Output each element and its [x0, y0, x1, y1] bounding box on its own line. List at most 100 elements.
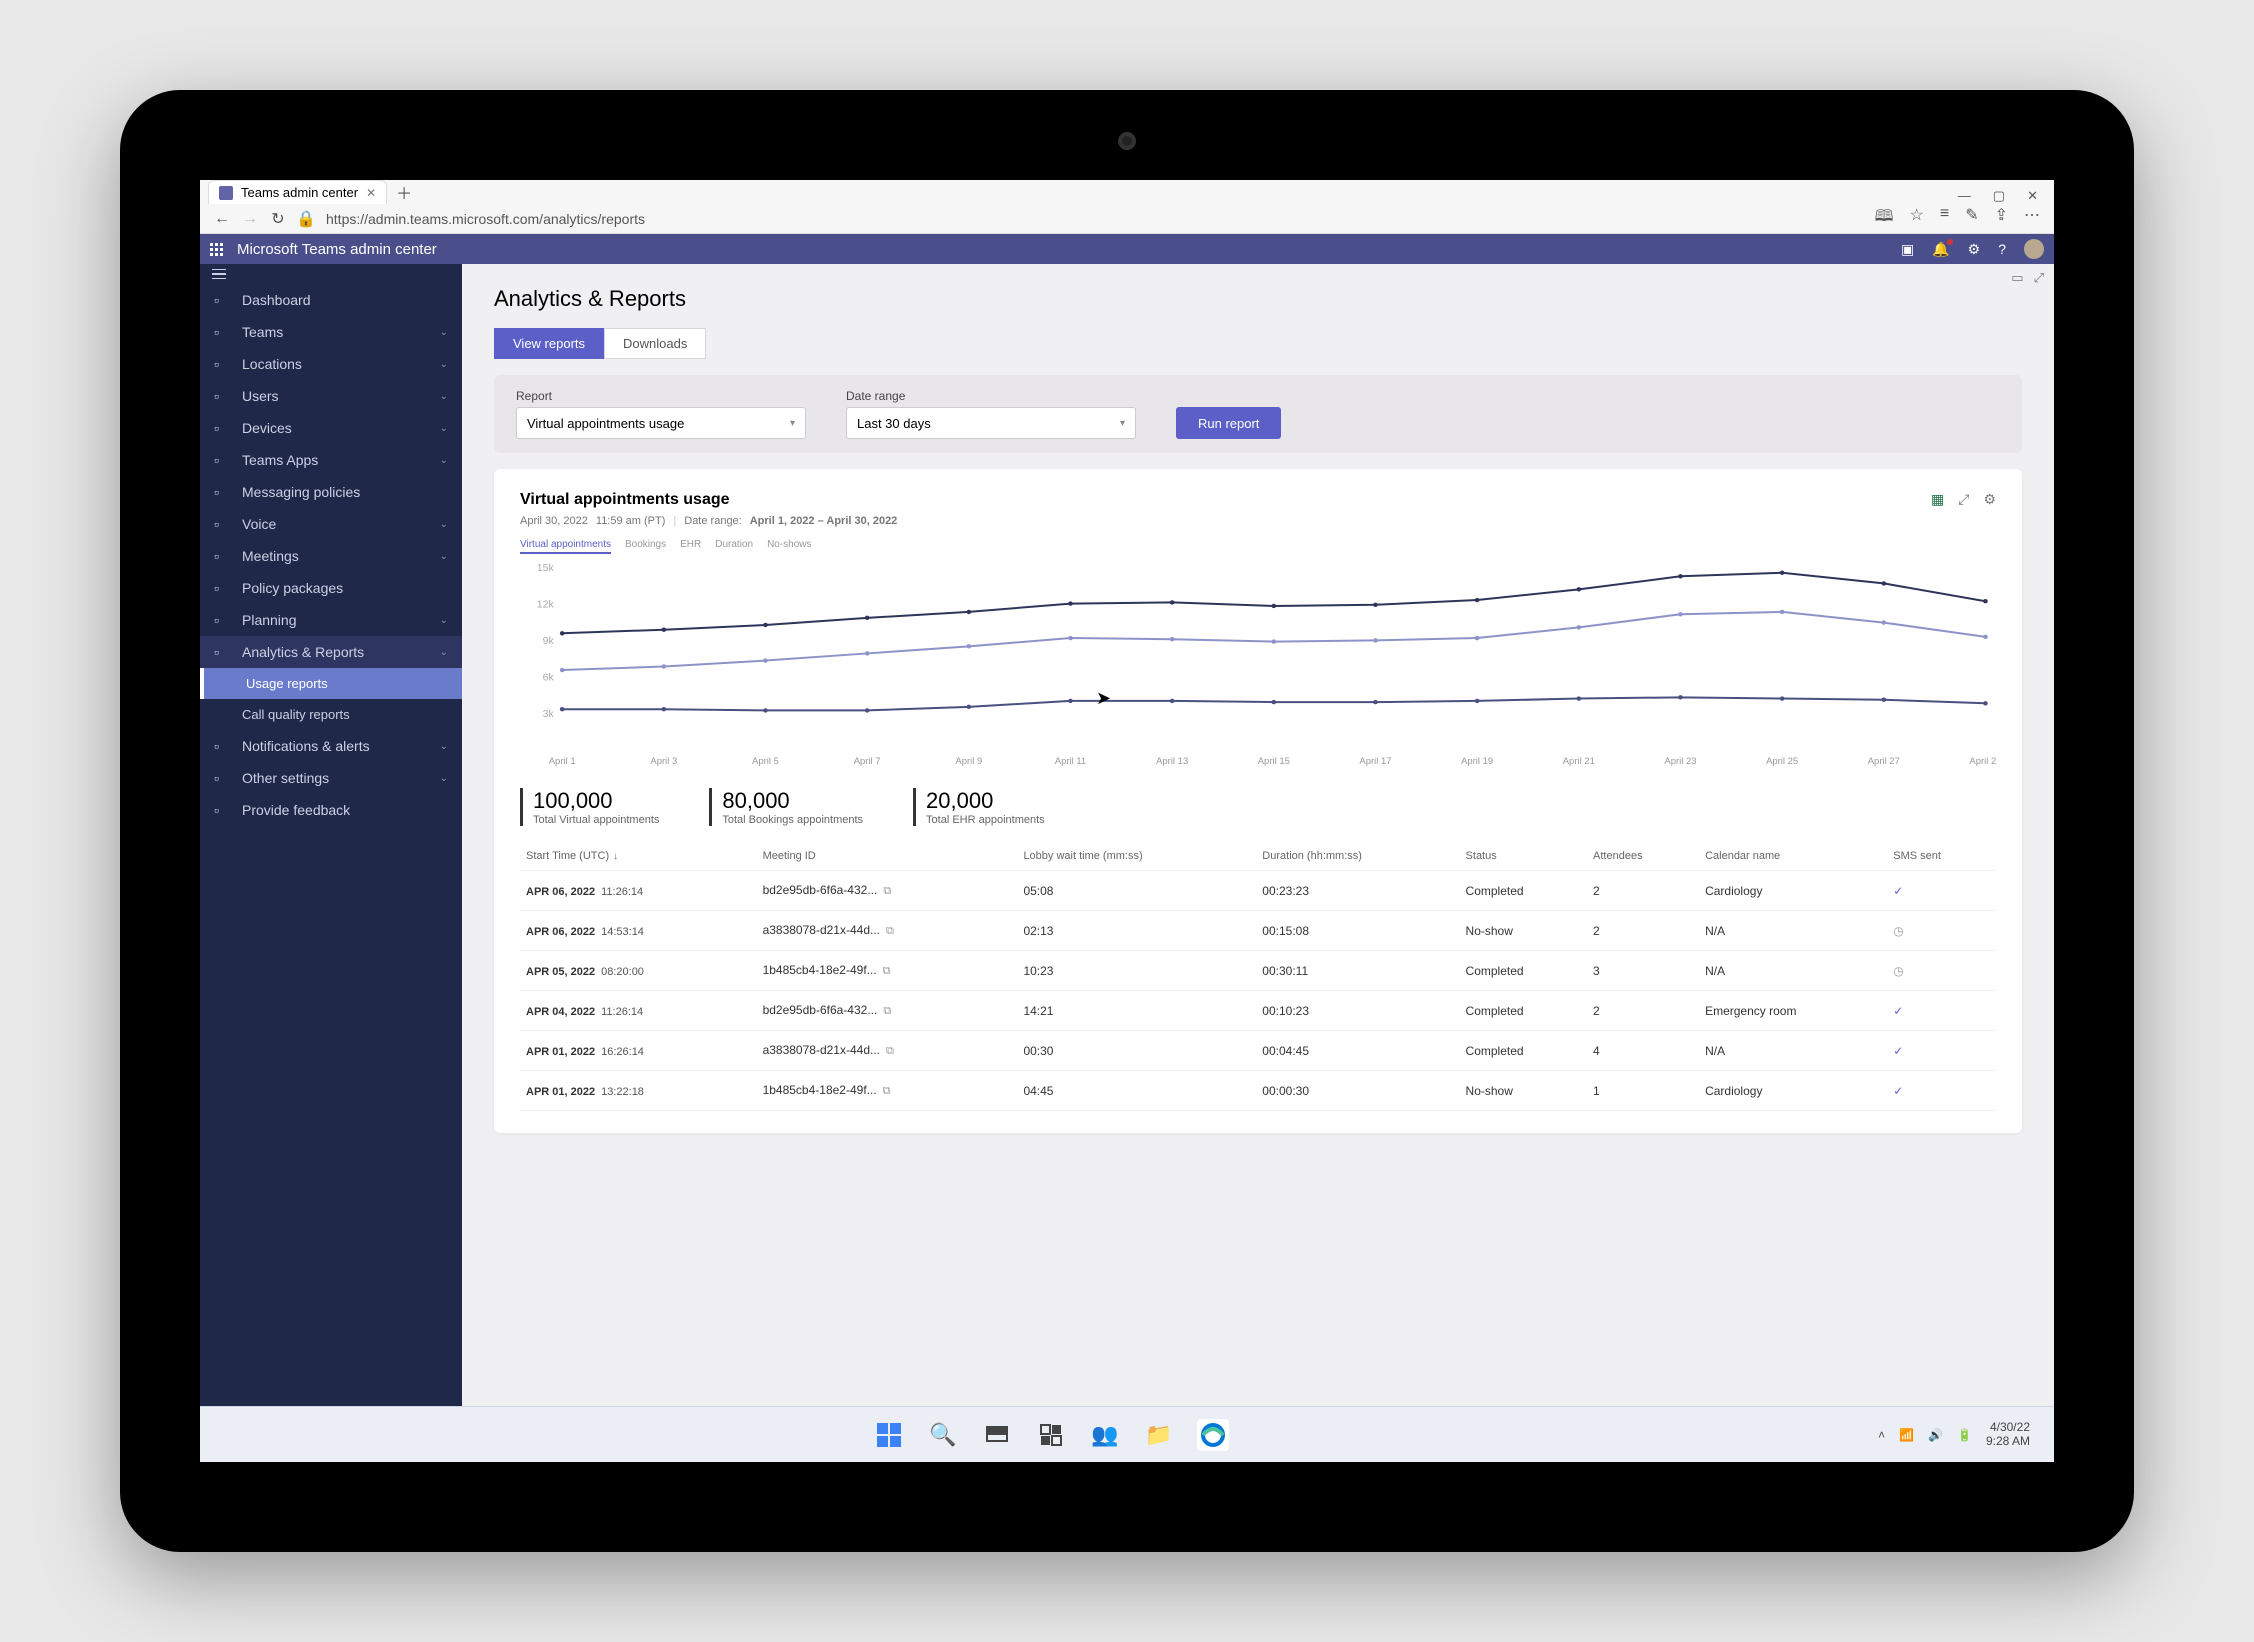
sidebar-item-policy-packages[interactable]: ▫Policy packages	[200, 572, 462, 604]
sidebar-item-teams-apps[interactable]: ▫Teams Apps⌄	[200, 444, 462, 476]
svg-text:April 23: April 23	[1664, 756, 1696, 766]
card-settings-icon[interactable]: ⚙	[1983, 491, 1996, 508]
card-expand-icon[interactable]: ⤢	[1958, 491, 1969, 508]
run-report-button[interactable]: Run report	[1176, 407, 1281, 439]
svg-text:9k: 9k	[543, 636, 555, 647]
sidebar-item-meetings[interactable]: ▫Meetings⌄	[200, 540, 462, 572]
sidebar-item-users[interactable]: ▫Users⌄	[200, 380, 462, 412]
report-select[interactable]: Virtual appointments usage ▾	[516, 407, 806, 439]
clock[interactable]: 4/30/22 9:28 AM	[1986, 1421, 2030, 1449]
widgets-icon[interactable]	[1035, 1419, 1067, 1451]
column-header[interactable]: Meeting ID	[757, 842, 1018, 871]
daterange-select[interactable]: Last 30 days ▾	[846, 407, 1136, 439]
column-header[interactable]: Calendar name	[1699, 842, 1887, 871]
copy-icon[interactable]: ⧉	[883, 885, 891, 897]
sidebar-item-planning[interactable]: ▫Planning⌄	[200, 604, 462, 636]
edge-icon[interactable]	[1197, 1419, 1229, 1451]
chart-tab-ehr[interactable]: EHR	[680, 539, 701, 554]
svg-text:April 27: April 27	[1868, 756, 1900, 766]
copy-icon[interactable]: ⧉	[883, 1085, 891, 1097]
cell-duration: 00:10:23	[1256, 991, 1459, 1031]
user-avatar[interactable]	[2024, 239, 2044, 259]
wifi-icon[interactable]: 📶	[1899, 1428, 1914, 1442]
svg-text:April 17: April 17	[1359, 756, 1391, 766]
teams-app-icon[interactable]: ▣	[1901, 241, 1914, 258]
new-tab-button[interactable]: ＋	[393, 181, 415, 203]
sidebar-item-messaging-policies[interactable]: ▫Messaging policies	[200, 476, 462, 508]
copy-icon[interactable]: ⧉	[886, 1045, 894, 1057]
sidebar-item-dashboard[interactable]: ▫Dashboard	[200, 284, 462, 316]
window-maximize-icon[interactable]: ▢	[1993, 188, 2005, 204]
sidebar-item-voice[interactable]: ▫Voice⌄	[200, 508, 462, 540]
tab-downloads[interactable]: Downloads	[604, 328, 706, 359]
teams-taskbar-icon[interactable]: 👥	[1089, 1419, 1121, 1451]
more-icon[interactable]: ⋯	[2024, 205, 2040, 232]
notes-icon[interactable]: ✎	[1965, 205, 1978, 232]
search-icon[interactable]: 🔍	[927, 1419, 959, 1451]
expand-icon[interactable]: ⤢	[2034, 270, 2044, 286]
sidebar-item-notifications-alerts[interactable]: ▫Notifications & alerts⌄	[200, 730, 462, 762]
sidebar-icon: ▫	[214, 738, 230, 754]
browser-tab[interactable]: Teams admin center ✕	[208, 180, 387, 204]
column-header[interactable]: Duration (hh:mm:ss)	[1256, 842, 1459, 871]
sidebar-item-provide-feedback[interactable]: ▫Provide feedback	[200, 794, 462, 826]
app-launcher-icon[interactable]	[210, 243, 223, 256]
reading-mode-icon[interactable]: ≡	[1940, 205, 1949, 232]
chevron-down-icon: ▾	[790, 418, 795, 429]
volume-icon[interactable]: 🔊	[1928, 1428, 1943, 1442]
tab-close-icon[interactable]: ✕	[366, 186, 376, 200]
tray-chevron-icon[interactable]: ˄	[1878, 1428, 1885, 1442]
table-row[interactable]: APR 06, 202214:53:14 a3838078-d21x-44d..…	[520, 911, 1996, 951]
settings-gear-icon[interactable]: ⚙	[1968, 241, 1981, 258]
share-icon[interactable]: ⇪	[1995, 205, 2008, 232]
back-icon[interactable]: ←	[214, 211, 230, 227]
help-icon[interactable]: ?	[1998, 241, 2006, 257]
sidebar-item-label: Teams	[242, 324, 283, 340]
copy-icon[interactable]: ⧉	[883, 965, 891, 977]
task-view-icon[interactable]	[981, 1419, 1013, 1451]
battery-icon[interactable]: 🔋	[1957, 1428, 1972, 1442]
total-label: Total EHR appointments	[926, 814, 1045, 826]
refresh-icon[interactable]: ↻	[270, 211, 286, 227]
chart-tab-no-shows[interactable]: No-shows	[767, 539, 811, 554]
column-header[interactable]: Attendees	[1587, 842, 1699, 871]
sidebar-item-teams[interactable]: ▫Teams⌄	[200, 316, 462, 348]
table-row[interactable]: APR 06, 202211:26:14 bd2e95db-6f6a-432..…	[520, 871, 1996, 911]
page-title: Analytics & Reports	[494, 286, 2022, 312]
chart-tab-duration[interactable]: Duration	[715, 539, 753, 554]
sidebar-subitem-call-quality-reports[interactable]: Call quality reports	[200, 699, 462, 730]
sidebar-icon: ▫	[214, 612, 230, 628]
card-view-icon[interactable]: ▭	[2011, 270, 2023, 286]
forward-icon[interactable]: →	[242, 211, 258, 227]
sidebar-item-locations[interactable]: ▫Locations⌄	[200, 348, 462, 380]
sidebar-item-other-settings[interactable]: ▫Other settings⌄	[200, 762, 462, 794]
sidebar-item-analytics-reports[interactable]: ▫Analytics & Reports⌄	[200, 636, 462, 668]
explorer-icon[interactable]: 📁	[1143, 1419, 1175, 1451]
sidebar-item-devices[interactable]: ▫Devices⌄	[200, 412, 462, 444]
address-bar[interactable]: https://admin.teams.microsoft.com/analyt…	[326, 211, 1863, 227]
reading-list-icon[interactable]: 🕮	[1875, 205, 1894, 232]
column-header[interactable]: Status	[1460, 842, 1587, 871]
chart-tab-bookings[interactable]: Bookings	[625, 539, 666, 554]
table-row[interactable]: APR 04, 202211:26:14 bd2e95db-6f6a-432..…	[520, 991, 1996, 1031]
window-close-icon[interactable]: ✕	[2027, 188, 2038, 204]
column-header[interactable]: Start Time (UTC)↓	[520, 842, 757, 871]
export-excel-icon[interactable]: ▦	[1931, 491, 1944, 508]
tab-view-reports[interactable]: View reports	[494, 328, 604, 359]
copy-icon[interactable]: ⧉	[883, 1005, 891, 1017]
table-row[interactable]: APR 01, 202213:22:18 1b485cb4-18e2-49f..…	[520, 1071, 1996, 1111]
check-icon: ✓	[1893, 1044, 1903, 1058]
start-icon[interactable]	[873, 1419, 905, 1451]
favorite-icon[interactable]: ☆	[1910, 205, 1924, 232]
sidebar-toggle-icon[interactable]	[212, 269, 226, 280]
copy-icon[interactable]: ⧉	[886, 925, 894, 937]
window-minimize-icon[interactable]: —	[1958, 188, 1971, 204]
table-row[interactable]: APR 05, 202208:20:00 1b485cb4-18e2-49f..…	[520, 951, 1996, 991]
column-header[interactable]: SMS sent	[1887, 842, 1996, 871]
sidebar-subitem-usage-reports[interactable]: Usage reports	[200, 668, 462, 699]
notifications-icon[interactable]: 🔔	[1932, 241, 1949, 258]
column-header[interactable]: Lobby wait time (mm:ss)	[1017, 842, 1256, 871]
table-row[interactable]: APR 01, 202216:26:14 a3838078-d21x-44d..…	[520, 1031, 1996, 1071]
cell-sms: ✓	[1887, 1071, 1996, 1111]
chart-tab-virtual-appointments[interactable]: Virtual appointments	[520, 539, 611, 554]
